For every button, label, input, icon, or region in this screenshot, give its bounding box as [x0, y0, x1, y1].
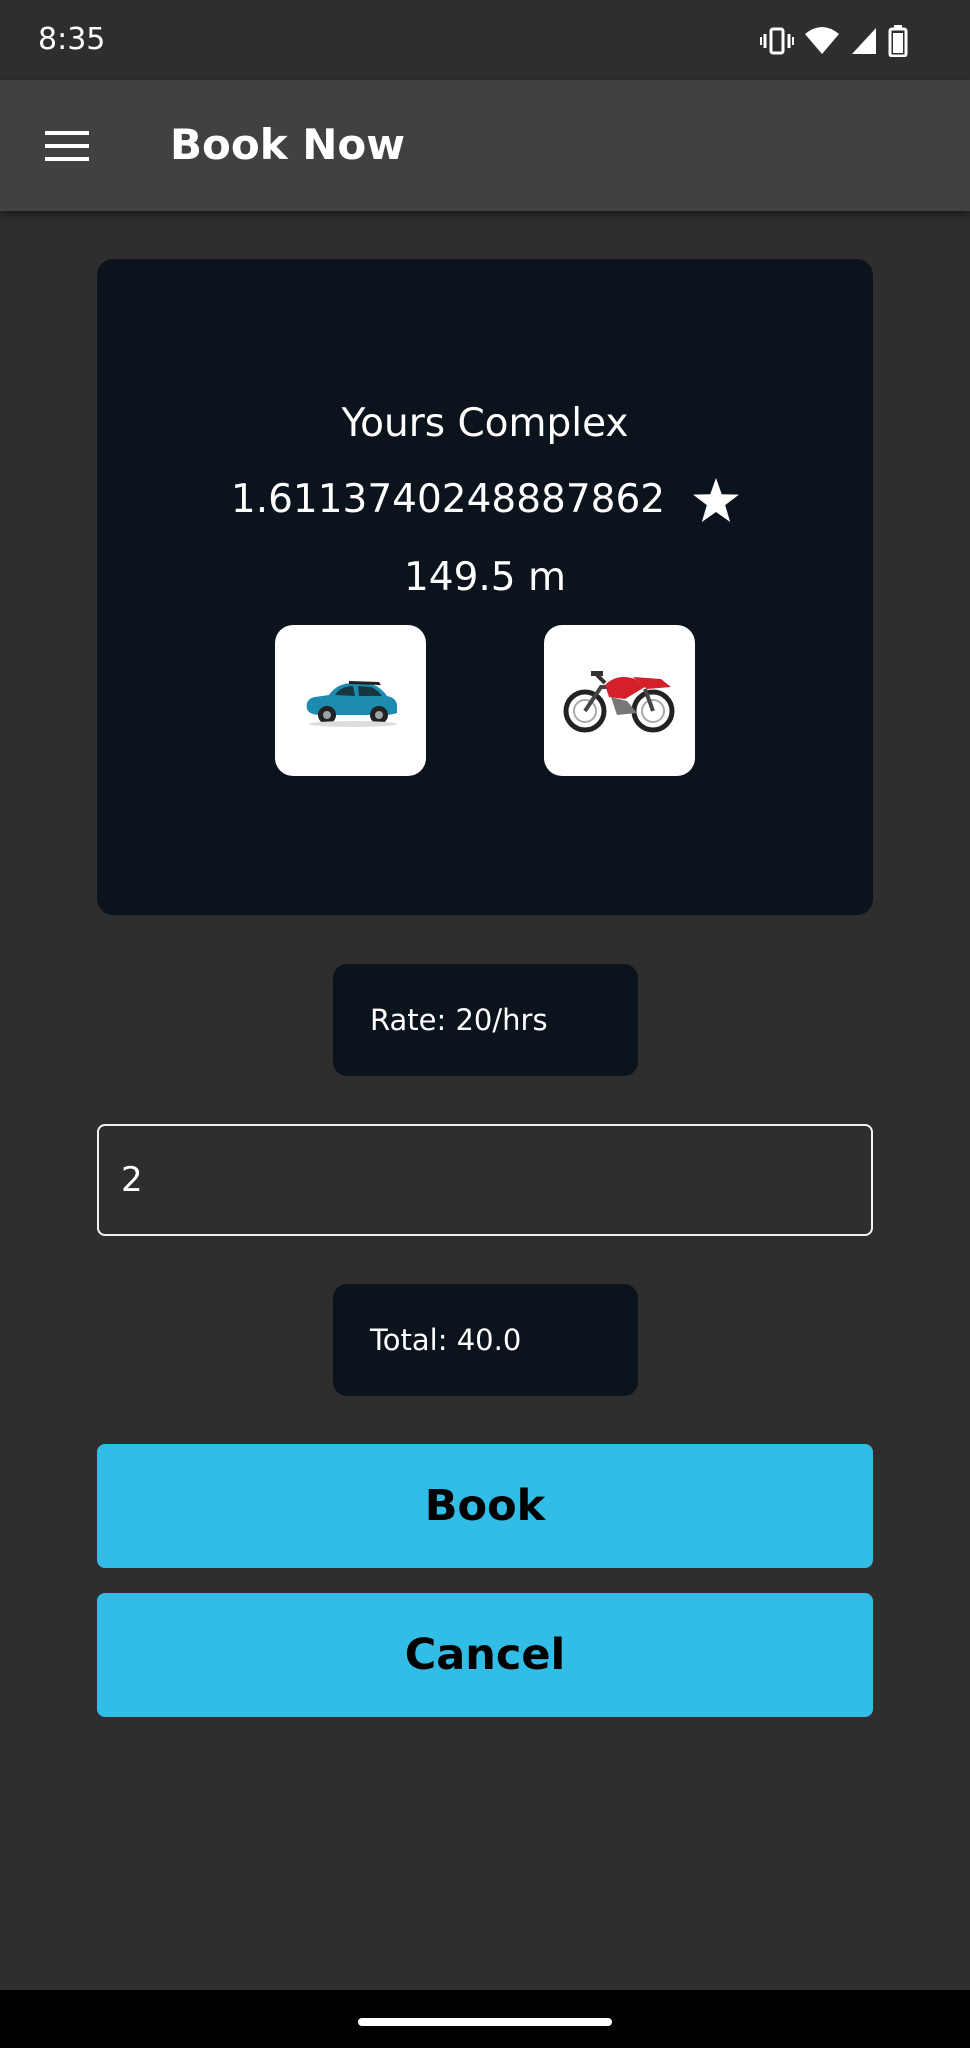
wifi-icon [805, 27, 839, 54]
total-label: Total: 40.0 [333, 1284, 638, 1396]
home-indicator[interactable] [358, 2018, 612, 2026]
cancel-button[interactable]: Cancel [97, 1593, 873, 1717]
navigation-bar [0, 1990, 970, 2048]
motorcycle-icon [563, 670, 674, 732]
vibrate-icon [760, 27, 794, 55]
menu-button[interactable] [40, 124, 94, 168]
status-time: 8:35 [38, 22, 106, 57]
car-icon [306, 680, 397, 727]
hamburger-menu-icon [45, 131, 89, 161]
rate-label: Rate: 20/hrs [333, 964, 638, 1076]
location-name: Yours Complex [341, 401, 629, 446]
rating-row: 1.6113740248887862 [97, 477, 873, 522]
status-bar: 8:35 [0, 0, 970, 80]
app-bar: Book Now [0, 80, 970, 211]
car-option-button[interactable] [275, 625, 426, 776]
rating-value: 1.6113740248887862 [230, 477, 666, 522]
book-button[interactable]: Book [97, 1444, 873, 1568]
hours-input[interactable] [97, 1124, 873, 1236]
distance: 149.5 m [403, 555, 567, 600]
signal-icon [852, 28, 876, 54]
motorcycle-option-button[interactable] [544, 625, 695, 776]
battery-icon [888, 25, 908, 57]
star-icon [693, 477, 740, 522]
page-title: Book Now [170, 120, 406, 169]
status-icons [760, 24, 908, 58]
location-card: Yours Complex 1.6113740248887862 149.5 m [97, 259, 873, 915]
